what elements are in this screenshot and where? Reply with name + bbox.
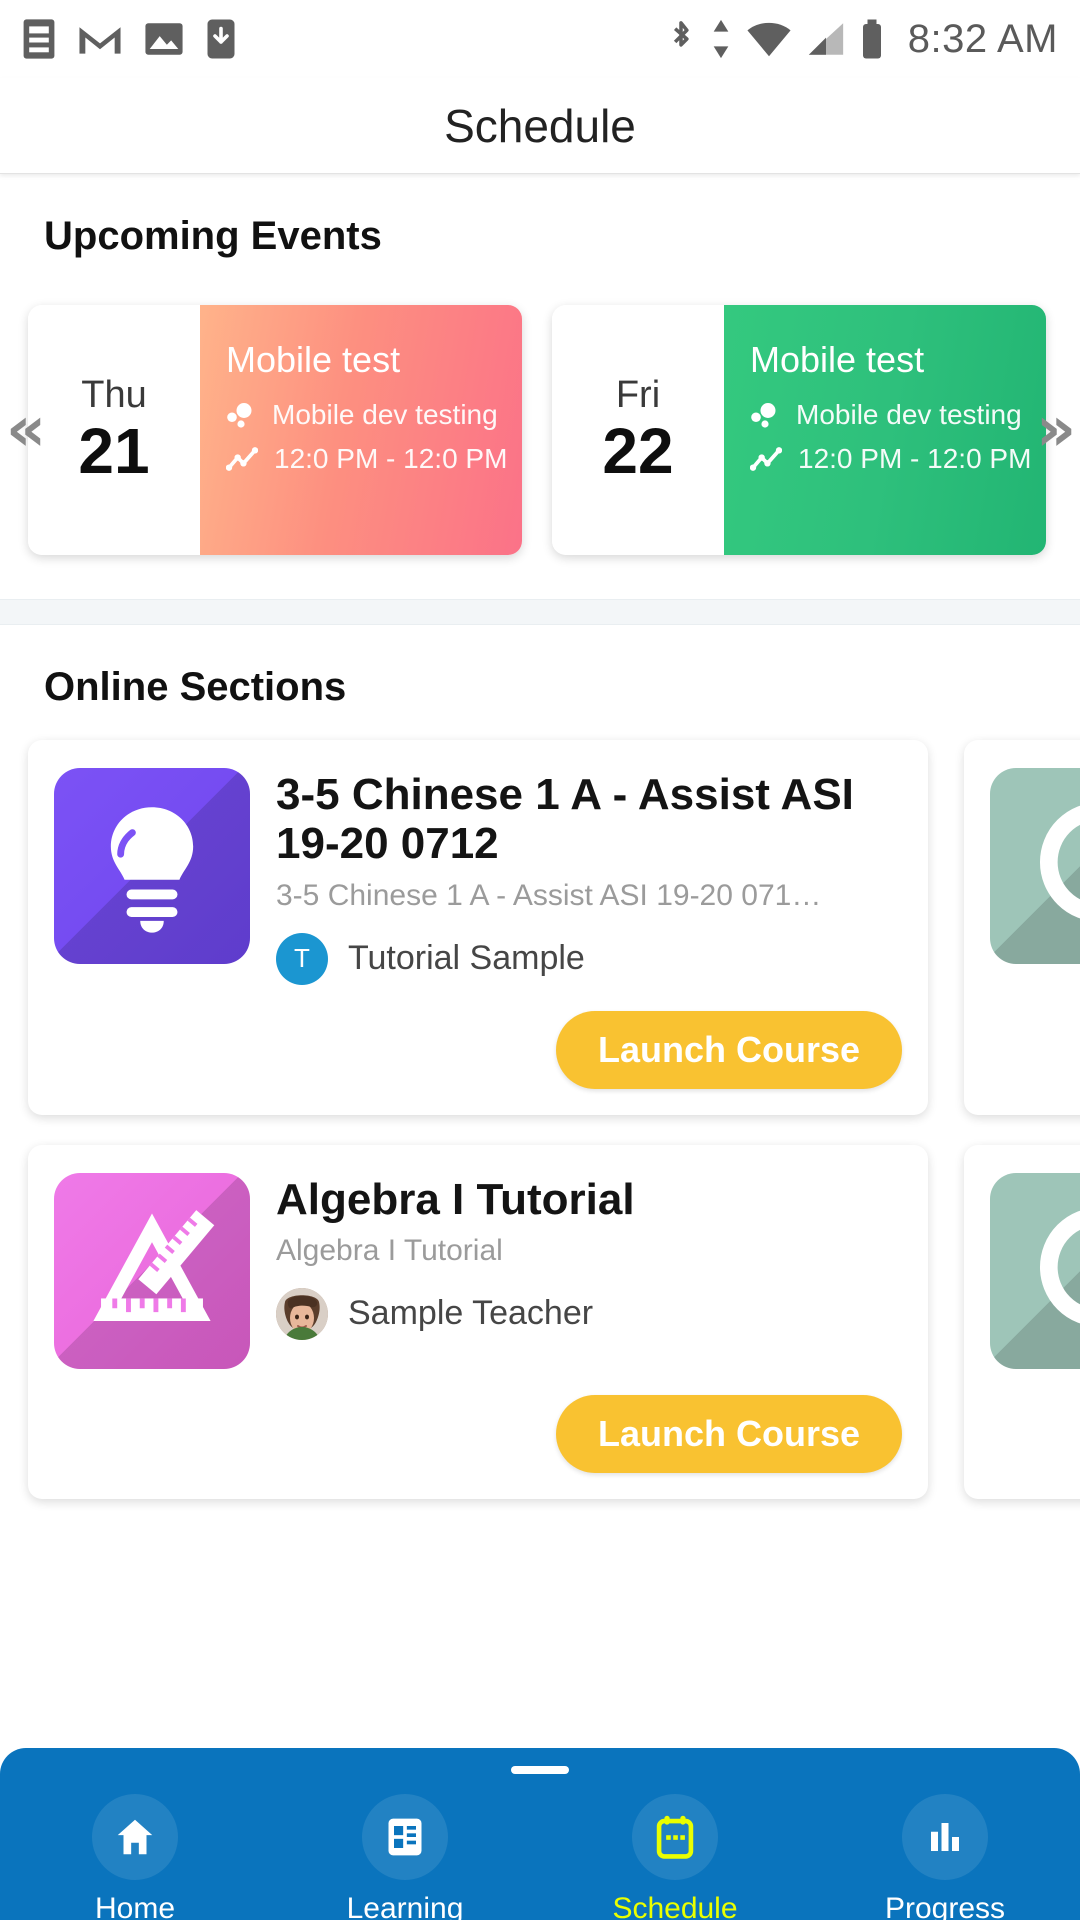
bluetooth-icon [666, 17, 696, 61]
course-title: 3-5 Chinese 1 A - Assist ASI 19-20 0712 [276, 770, 902, 869]
event-time: 12:0 PM - 12:0 PM [798, 443, 1031, 475]
download-icon [206, 18, 236, 60]
event-description: Mobile dev testing [796, 399, 1022, 431]
course-card-peek[interactable] [964, 740, 1080, 1115]
avatar: T [276, 933, 328, 985]
course-teacher-name: Sample Teacher [348, 1294, 593, 1333]
status-bar-clock: 8:32 AM [908, 17, 1058, 62]
upcoming-events-heading: Upcoming Events [0, 174, 1080, 259]
course-subtitle: Algebra I Tutorial [276, 1234, 902, 1268]
avatar [276, 1288, 328, 1340]
event-day-number: 22 [602, 418, 673, 485]
nav-item-learning[interactable]: Learning [310, 1794, 500, 1926]
status-bar: 8:32 AM [0, 0, 1080, 78]
cellular-signal-icon [806, 20, 846, 58]
calendar-icon [632, 1794, 718, 1880]
nav-item-progress[interactable]: Progress [850, 1794, 1040, 1926]
upcoming-events-carousel: « » Thu 21 Mobile test Mobile dev testin… [0, 259, 1080, 599]
event-description: Mobile dev testing [272, 399, 498, 431]
drag-handle[interactable] [511, 1766, 569, 1774]
event-title: Mobile test [226, 339, 522, 381]
gmail-icon [78, 21, 122, 57]
carousel-prev-button[interactable]: « [6, 398, 46, 460]
bottom-navigation-bar: Home Learning Schedule Progress [0, 1748, 1080, 1920]
trend-line-icon [750, 446, 782, 472]
bar-chart-icon [902, 1794, 988, 1880]
section-divider [0, 599, 1080, 625]
status-bar-system-icons: 8:32 AM [666, 17, 1058, 62]
wifi-icon [746, 20, 792, 58]
event-time-row: 12:0 PM - 12:0 PM [750, 443, 1046, 475]
online-sections-heading: Online Sections [0, 625, 1080, 710]
globe-icon [990, 1173, 1080, 1369]
event-time-row: 12:0 PM - 12:0 PM [226, 443, 522, 475]
course-teacher-row: T Tutorial Sample [276, 933, 902, 985]
nav-item-home[interactable]: Home [40, 1794, 230, 1926]
trend-line-icon [226, 446, 258, 472]
data-transfer-icon [710, 17, 732, 61]
event-details: Mobile test Mobile dev testing 12:0 PM -… [200, 305, 522, 555]
course-row: 3-5 Chinese 1 A - Assist ASI 19-20 0712 … [0, 710, 1080, 1115]
event-date: Thu 21 [28, 305, 200, 555]
nav-item-schedule[interactable]: Schedule [580, 1794, 770, 1926]
status-bar-notification-icons [22, 18, 236, 60]
event-card[interactable]: Thu 21 Mobile test Mobile dev testing 12… [28, 305, 522, 555]
bubbles-icon [750, 400, 780, 430]
bubbles-icon [226, 400, 256, 430]
page-title: Schedule [444, 99, 636, 153]
event-time: 12:0 PM - 12:0 PM [274, 443, 507, 475]
course-subtitle: 3-5 Chinese 1 A - Assist ASI 19-20 071… [276, 879, 902, 913]
course-teacher-row: Sample Teacher [276, 1288, 902, 1340]
lightbulb-icon [54, 768, 250, 964]
app-bar: Schedule [0, 78, 1080, 174]
event-description-row: Mobile dev testing [750, 399, 1046, 431]
launch-course-button[interactable]: Launch Course [556, 1011, 902, 1089]
event-day-number: 21 [78, 418, 149, 485]
nav-label-schedule: Schedule [612, 1892, 737, 1926]
nav-label-home: Home [95, 1892, 175, 1926]
nav-label-progress: Progress [885, 1892, 1005, 1926]
course-row: Algebra I Tutorial Algebra I Tutorial [0, 1115, 1080, 1499]
online-sections-list: 3-5 Chinese 1 A - Assist ASI 19-20 0712 … [0, 710, 1080, 1499]
course-card[interactable]: 3-5 Chinese 1 A - Assist ASI 19-20 0712 … [28, 740, 928, 1115]
event-date: Fri 22 [552, 305, 724, 555]
book-icon [362, 1794, 448, 1880]
event-details: Mobile test Mobile dev testing 12:0 PM -… [724, 305, 1046, 555]
event-day-of-week: Thu [81, 375, 146, 417]
photos-icon [144, 20, 184, 58]
event-description-row: Mobile dev testing [226, 399, 522, 431]
course-teacher-name: Tutorial Sample [348, 939, 585, 978]
carousel-next-button[interactable]: » [1036, 398, 1076, 460]
launch-course-button[interactable]: Launch Course [556, 1395, 902, 1473]
battery-icon [860, 18, 884, 60]
nav-label-learning: Learning [347, 1892, 464, 1926]
event-day-of-week: Fri [616, 375, 660, 417]
ruler-triangle-icon [54, 1173, 250, 1369]
news-icon [22, 18, 56, 60]
course-card[interactable]: Algebra I Tutorial Algebra I Tutorial [28, 1145, 928, 1499]
event-title: Mobile test [750, 339, 1046, 381]
globe-icon [990, 768, 1080, 964]
home-icon [92, 1794, 178, 1880]
course-card-peek[interactable] [964, 1145, 1080, 1499]
course-title: Algebra I Tutorial [276, 1175, 902, 1224]
event-card[interactable]: Fri 22 Mobile test Mobile dev testing 12… [552, 305, 1046, 555]
